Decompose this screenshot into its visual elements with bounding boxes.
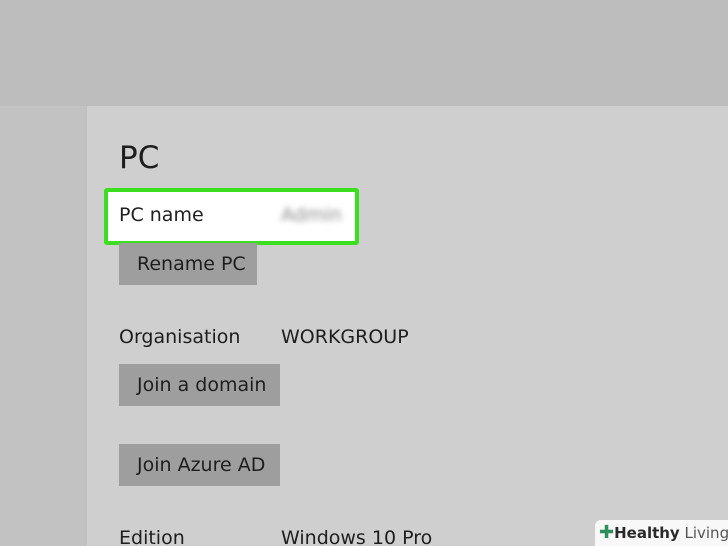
join-domain-button[interactable]: Join a domain [119,364,280,406]
edition-value: Windows 10 Pro [281,527,433,546]
watermark-logo: ✚Healthy Living [595,520,728,546]
section-title: PC [119,140,160,176]
join-azure-ad-button[interactable]: Join Azure AD [119,444,280,486]
pc-name-value: Admin [281,204,342,226]
window-header-area [0,0,728,106]
rename-pc-button[interactable]: Rename PC [119,243,257,285]
watermark-text-light: Living [679,524,728,542]
watermark-text-bold: Healthy [614,524,680,542]
plus-cross-icon: ✚ [599,522,615,543]
organisation-value: WORKGROUP [281,326,409,348]
navigation-rail [0,106,87,546]
pc-name-label: PC name [119,204,204,226]
edition-label: Edition [119,527,185,546]
organisation-label: Organisation [119,326,241,348]
